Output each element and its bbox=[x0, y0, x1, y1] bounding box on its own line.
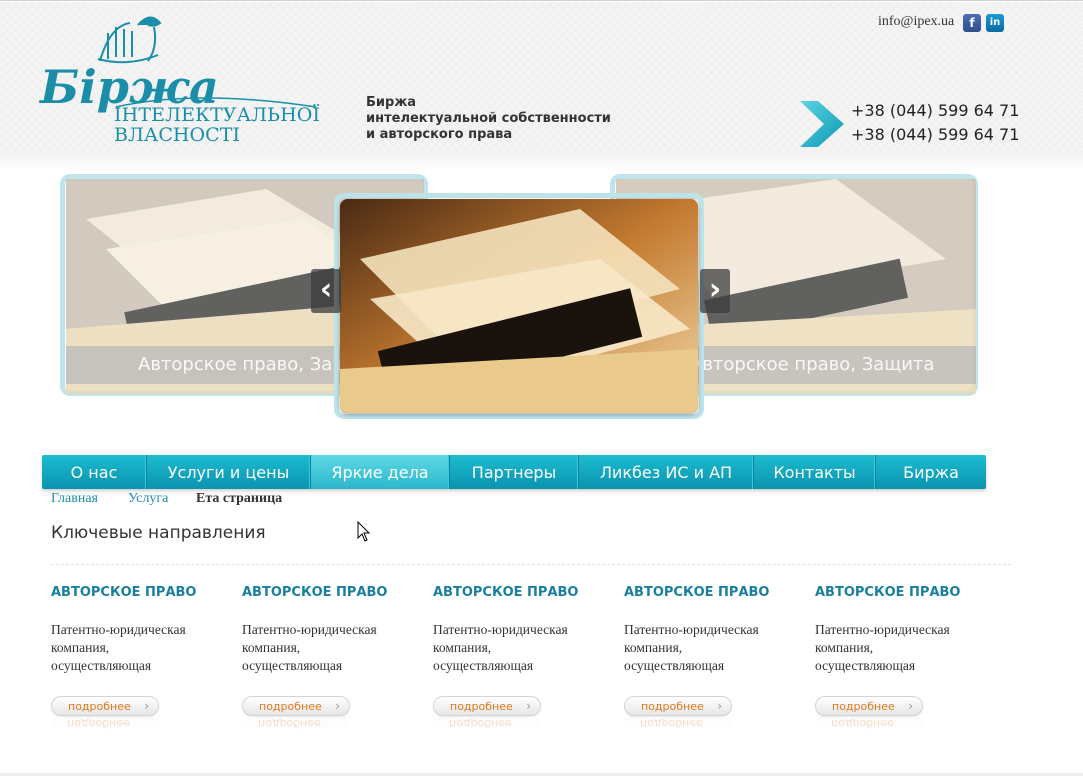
mouse-cursor-icon bbox=[357, 521, 371, 542]
more-button[interactable]: подробнее › bbox=[815, 696, 923, 716]
card-title[interactable]: АВТОРСКОЕ ПРАВО bbox=[624, 585, 804, 600]
nav-item-partners[interactable]: Партнеры bbox=[450, 455, 579, 489]
card-title[interactable]: АВТОРСКОЕ ПРАВО bbox=[433, 585, 613, 600]
card-text-line: осуществляющая bbox=[433, 658, 534, 673]
more-button[interactable]: подробнее › bbox=[51, 696, 159, 716]
nav-item-cases[interactable]: Яркие дела bbox=[311, 455, 450, 489]
more-button-reflection: подробнее bbox=[624, 716, 732, 730]
linkedin-icon[interactable]: in bbox=[986, 14, 1004, 32]
card-text-line: осуществляющая bbox=[51, 658, 152, 673]
direction-card: АВТОРСКОЕ ПРАВО Патентно-юридическая ком… bbox=[242, 585, 422, 730]
direction-card: АВТОРСКОЕ ПРАВО Патентно-юридическая ком… bbox=[624, 585, 804, 730]
section-title: Ключевые направления bbox=[51, 523, 266, 543]
more-button-label: подробнее bbox=[259, 700, 322, 713]
phone-arrow-icon bbox=[800, 101, 844, 147]
more-button-reflection: подробнее bbox=[242, 716, 350, 730]
card-text-line: осуществляющая bbox=[815, 658, 916, 673]
card-text: Патентно-юридическая компания, осуществл… bbox=[624, 621, 804, 675]
card-text-line: Патентно-юридическая bbox=[51, 622, 186, 637]
card-text-line: компания, bbox=[242, 640, 301, 655]
nav-item-about[interactable]: О нас bbox=[42, 455, 147, 489]
nav-item-faq[interactable]: Ликбез ИС и АП bbox=[579, 455, 754, 489]
chevron-right-icon[interactable]: › bbox=[700, 269, 730, 313]
card-text: Патентно-юридическая компания, осуществл… bbox=[242, 621, 422, 675]
direction-card: АВТОРСКОЕ ПРАВО Патентно-юридическая ком… bbox=[815, 585, 995, 730]
chevron-right-icon: › bbox=[144, 699, 149, 713]
phones: +38 (044) 599 64 71 +38 (044) 599 64 71 bbox=[851, 99, 1019, 147]
direction-card: АВТОРСКОЕ ПРАВО Патентно-юридическая ком… bbox=[433, 585, 613, 730]
card-text-line: компания, bbox=[624, 640, 683, 655]
card-text-line: компания, bbox=[51, 640, 110, 655]
nav-item-contacts[interactable]: Контакты bbox=[754, 455, 876, 489]
logo[interactable]: Біржа ІНТЕЛЕКТУАЛЬНОЇ ВЛАСНОСТІ bbox=[38, 11, 328, 153]
chevron-right-icon: › bbox=[717, 699, 722, 713]
more-button-reflection: подробнее bbox=[51, 716, 159, 730]
card-text-line: Патентно-юридическая bbox=[815, 622, 950, 637]
direction-card: АВТОРСКОЕ ПРАВО Патентно-юридическая ком… bbox=[51, 585, 231, 730]
ship-icon bbox=[97, 16, 162, 64]
nav-item-exchange[interactable]: Биржа bbox=[876, 455, 986, 489]
briefcase-image bbox=[340, 199, 698, 413]
more-button-label: подробнее bbox=[68, 700, 131, 713]
card-text: Патентно-юридическая компания, осуществл… bbox=[433, 621, 613, 675]
card-title[interactable]: АВТОРСКОЕ ПРАВО bbox=[815, 585, 995, 600]
breadcrumb-home[interactable]: Главная bbox=[51, 491, 98, 507]
card-text: Патентно-юридическая компания, осуществл… bbox=[51, 621, 231, 675]
more-button[interactable]: подробнее › bbox=[433, 696, 541, 716]
chevron-left-icon[interactable]: ‹ bbox=[311, 269, 341, 313]
tagline: Биржа интелектуальной собственности и ав… bbox=[366, 95, 626, 143]
card-text-line: Патентно-юридическая bbox=[433, 622, 568, 637]
card-title[interactable]: АВТОРСКОЕ ПРАВО bbox=[51, 585, 231, 600]
phone-number[interactable]: +38 (044) 599 64 71 bbox=[851, 99, 1019, 123]
divider bbox=[51, 564, 1011, 565]
tagline-line: интелектуальной собственности bbox=[366, 111, 611, 126]
more-button-reflection: подробнее bbox=[815, 716, 923, 730]
email-link[interactable]: info@ipex.ua bbox=[878, 14, 954, 30]
more-button[interactable]: подробнее › bbox=[624, 696, 732, 716]
card-text: Патентно-юридическая компания, осуществл… bbox=[815, 621, 995, 675]
facebook-icon[interactable]: f bbox=[963, 14, 981, 32]
card-text-line: осуществляющая bbox=[624, 658, 725, 673]
breadcrumb-service[interactable]: Услуга bbox=[128, 491, 168, 507]
chevron-right-icon: › bbox=[335, 699, 340, 713]
breadcrumb-current: Ета страница bbox=[196, 491, 283, 506]
more-button-reflection: подробнее bbox=[433, 716, 541, 730]
slide-main[interactable] bbox=[340, 199, 698, 413]
card-title[interactable]: АВТОРСКОЕ ПРАВО bbox=[242, 585, 422, 600]
tagline-line: Биржа bbox=[366, 95, 417, 110]
card-text-line: осуществляющая bbox=[242, 658, 343, 673]
card-text-line: компания, bbox=[815, 640, 874, 655]
card-text-line: Патентно-юридическая bbox=[242, 622, 377, 637]
more-button-label: подробнее bbox=[641, 700, 704, 713]
tagline-line: и авторского права bbox=[366, 127, 513, 142]
nav-item-services[interactable]: Услуги и цены bbox=[147, 455, 311, 489]
more-button-label: подробнее bbox=[450, 700, 513, 713]
more-button-label: подробнее bbox=[832, 700, 895, 713]
header-fade bbox=[0, 151, 1083, 171]
more-button[interactable]: подробнее › bbox=[242, 696, 350, 716]
card-text-line: Патентно-юридическая bbox=[624, 622, 759, 637]
logo-line2: ВЛАСНОСТІ bbox=[114, 124, 240, 146]
chevron-right-icon: › bbox=[908, 699, 913, 713]
card-text-line: компания, bbox=[433, 640, 492, 655]
logo-line1: ІНТЕЛЕКТУАЛЬНОЇ bbox=[114, 103, 320, 126]
chevron-right-icon: › bbox=[526, 699, 531, 713]
main-nav: О нас Услуги и цены Яркие дела Партнеры … bbox=[42, 455, 986, 489]
phone-number[interactable]: +38 (044) 599 64 71 bbox=[851, 123, 1019, 147]
